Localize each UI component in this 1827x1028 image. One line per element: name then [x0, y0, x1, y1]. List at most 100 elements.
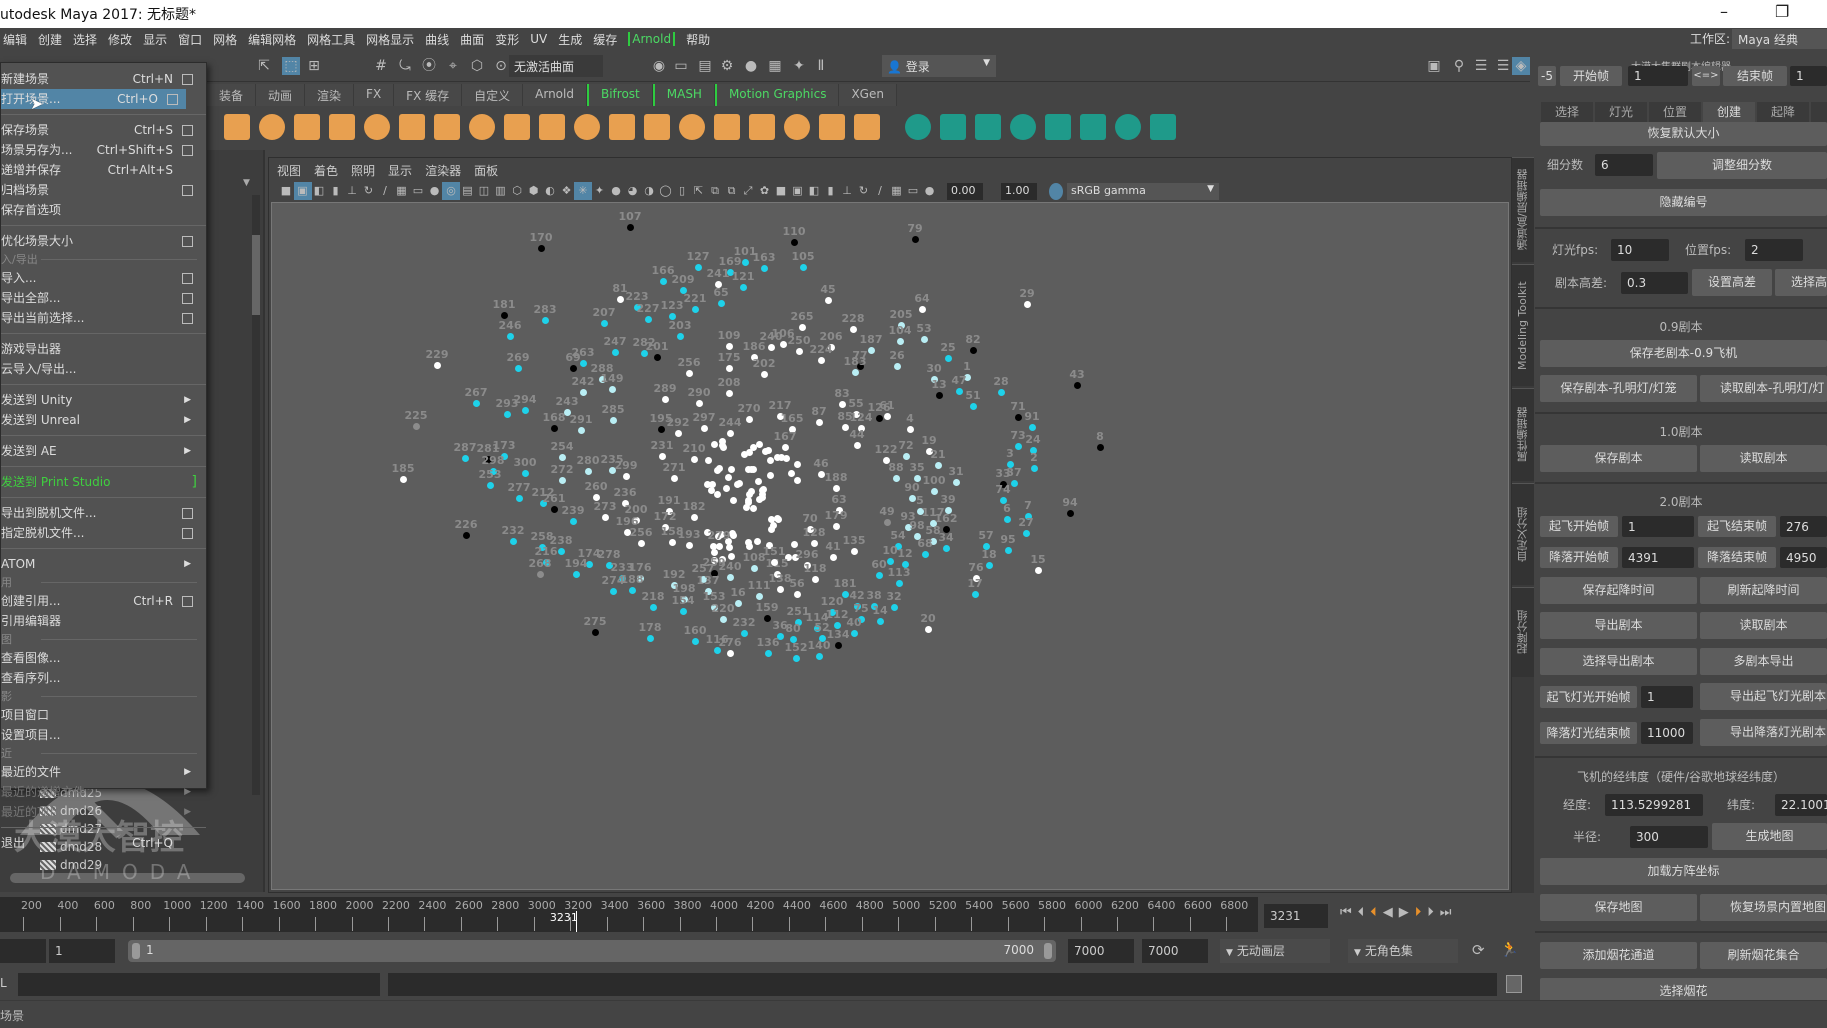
hide-ids-button[interactable]: 隐藏编号: [1540, 189, 1827, 216]
drone-point[interactable]: [659, 453, 666, 460]
drone-point[interactable]: [617, 296, 624, 303]
drone-point[interactable]: [610, 588, 617, 595]
drone-point[interactable]: [487, 482, 494, 489]
menu-item[interactable]: 指定脱机文件...: [1, 523, 201, 543]
select-object-icon[interactable]: ⬚: [282, 57, 300, 75]
drone-point[interactable]: [943, 545, 950, 552]
script-editor-icon[interactable]: [1506, 975, 1522, 993]
menu-item[interactable]: 查看图像...: [1, 648, 201, 668]
drone-point[interactable]: [610, 417, 617, 424]
start-frame-field[interactable]: 1: [1628, 66, 1688, 86]
command-input[interactable]: [18, 973, 380, 996]
color-management-icon[interactable]: [1049, 183, 1063, 200]
drone-point[interactable]: [705, 456, 713, 464]
viewport-menu-4[interactable]: 渲染器: [425, 162, 461, 179]
height-diff-field[interactable]: 0.3: [1621, 272, 1688, 294]
side-tab-2[interactable]: 属性编辑器: [1512, 388, 1534, 481]
drone-point[interactable]: [746, 542, 754, 550]
save-lantern-button[interactable]: 保存剧本-孔明灯/灯笼: [1540, 375, 1697, 402]
teal-scatter-icon[interactable]: [1115, 114, 1141, 140]
drone-point[interactable]: [707, 487, 715, 495]
drone-point[interactable]: [573, 571, 580, 578]
drone-point[interactable]: [741, 630, 748, 637]
drone-point[interactable]: [907, 426, 914, 433]
teal-wave-icon[interactable]: [1150, 114, 1176, 140]
drone-point[interactable]: [1015, 414, 1022, 421]
command-language-label[interactable]: L: [0, 976, 7, 990]
drone-point[interactable]: [749, 444, 757, 452]
drone-point[interactable]: [912, 236, 919, 243]
drone-point[interactable]: [726, 390, 733, 397]
modeling-toolkit-icon[interactable]: ▣: [1425, 57, 1443, 75]
drone-point[interactable]: [796, 348, 803, 355]
viewport-menu-2[interactable]: 照明: [351, 162, 375, 179]
menu-0[interactable]: 编辑: [3, 31, 27, 48]
viewport-tool-icon[interactable]: ⧉: [706, 182, 724, 200]
menu-item[interactable]: 打开场景... Ctrl+O: [1, 89, 186, 109]
drone-point[interactable]: [877, 618, 884, 625]
refresh-times-button[interactable]: 刷新起降时间: [1700, 577, 1827, 604]
anim-end-field[interactable]: 7000: [1142, 939, 1208, 963]
drone-point[interactable]: [953, 479, 960, 486]
select-export-button[interactable]: 选择导出剧本: [1540, 648, 1697, 675]
land-light-field[interactable]: 11000: [1641, 722, 1693, 744]
drone-point[interactable]: [891, 604, 898, 611]
minus5-button[interactable]: -5: [1538, 66, 1556, 86]
menu-item[interactable]: 优化场景大小: [1, 231, 201, 251]
teal-lattice-icon[interactable]: [1080, 114, 1106, 140]
drone-point[interactable]: [716, 543, 723, 550]
menu-item[interactable]: 保存场景 Ctrl+S: [1, 120, 201, 140]
play-forward-icon[interactable]: ▶: [1399, 905, 1409, 920]
workspace-dropdown[interactable]: Maya 经典: [1732, 29, 1827, 49]
viewport-tool-icon[interactable]: ↻: [360, 182, 378, 200]
lat-field[interactable]: 22.10012: [1775, 794, 1827, 816]
viewport-tool-icon[interactable]: ◫: [475, 182, 493, 200]
viewport-tool-icon[interactable]: ∕: [871, 182, 889, 200]
attribute-editor-icon[interactable]: ☰: [1472, 57, 1490, 75]
drone-point[interactable]: [728, 466, 736, 474]
takeoff-end-field[interactable]: 276: [1780, 516, 1827, 537]
viewport-tool-icon[interactable]: ▮: [327, 182, 345, 200]
teal-cube-icon[interactable]: [905, 114, 931, 140]
drone-point[interactable]: [559, 454, 566, 461]
viewport-tool-icon[interactable]: ✿: [756, 182, 774, 200]
side-tab-4[interactable]: 起降分组: [1512, 587, 1534, 677]
option-box-icon[interactable]: [182, 125, 193, 136]
drone-point[interactable]: [671, 475, 678, 482]
split-icon[interactable]: [784, 114, 810, 140]
menu-17[interactable]: 帮助: [686, 31, 710, 48]
drone-point[interactable]: [654, 354, 661, 361]
menu-8[interactable]: 网格工具: [307, 31, 355, 48]
subdiv-field[interactable]: 6: [1595, 154, 1653, 176]
drone-point[interactable]: [756, 593, 763, 600]
drone-point[interactable]: [1031, 465, 1038, 472]
drone-point[interactable]: [998, 389, 1005, 396]
drone-point[interactable]: [793, 476, 801, 484]
drone-point[interactable]: [903, 453, 910, 460]
shelf-tab-6[interactable]: Arnold: [523, 84, 587, 106]
drone-point[interactable]: [812, 576, 819, 583]
option-box-icon[interactable]: [182, 293, 193, 304]
option-box-icon[interactable]: [182, 185, 193, 196]
snap-live-icon[interactable]: ⊙: [492, 57, 510, 75]
drone-point[interactable]: [570, 365, 577, 372]
drone-point[interactable]: [922, 551, 929, 558]
read-script-2-button[interactable]: 读取剧本: [1700, 612, 1827, 639]
option-box-icon[interactable]: [182, 508, 193, 519]
shelf-tab-1[interactable]: 动画: [256, 84, 306, 106]
shelf-tab-2[interactable]: 渲染: [305, 84, 355, 106]
drone-point[interactable]: [854, 442, 861, 449]
side-tab-3[interactable]: 自定义分组: [1512, 483, 1534, 585]
viewport-tool-icon[interactable]: ◑: [640, 182, 658, 200]
drone-point[interactable]: [1015, 443, 1022, 450]
select-hierarchy-icon[interactable]: ⇱: [255, 57, 273, 75]
uv-icon[interactable]: [714, 114, 740, 140]
menu-4[interactable]: 显示: [143, 31, 167, 48]
drone-point[interactable]: [833, 523, 840, 530]
snap-surface-icon[interactable]: ⬡: [468, 57, 486, 75]
drone-point[interactable]: [580, 389, 587, 396]
drone-point[interactable]: [400, 476, 407, 483]
shelf-tab-7[interactable]: Bifrost: [586, 84, 653, 106]
drone-point[interactable]: [811, 540, 818, 547]
drone-point[interactable]: [774, 514, 781, 522]
